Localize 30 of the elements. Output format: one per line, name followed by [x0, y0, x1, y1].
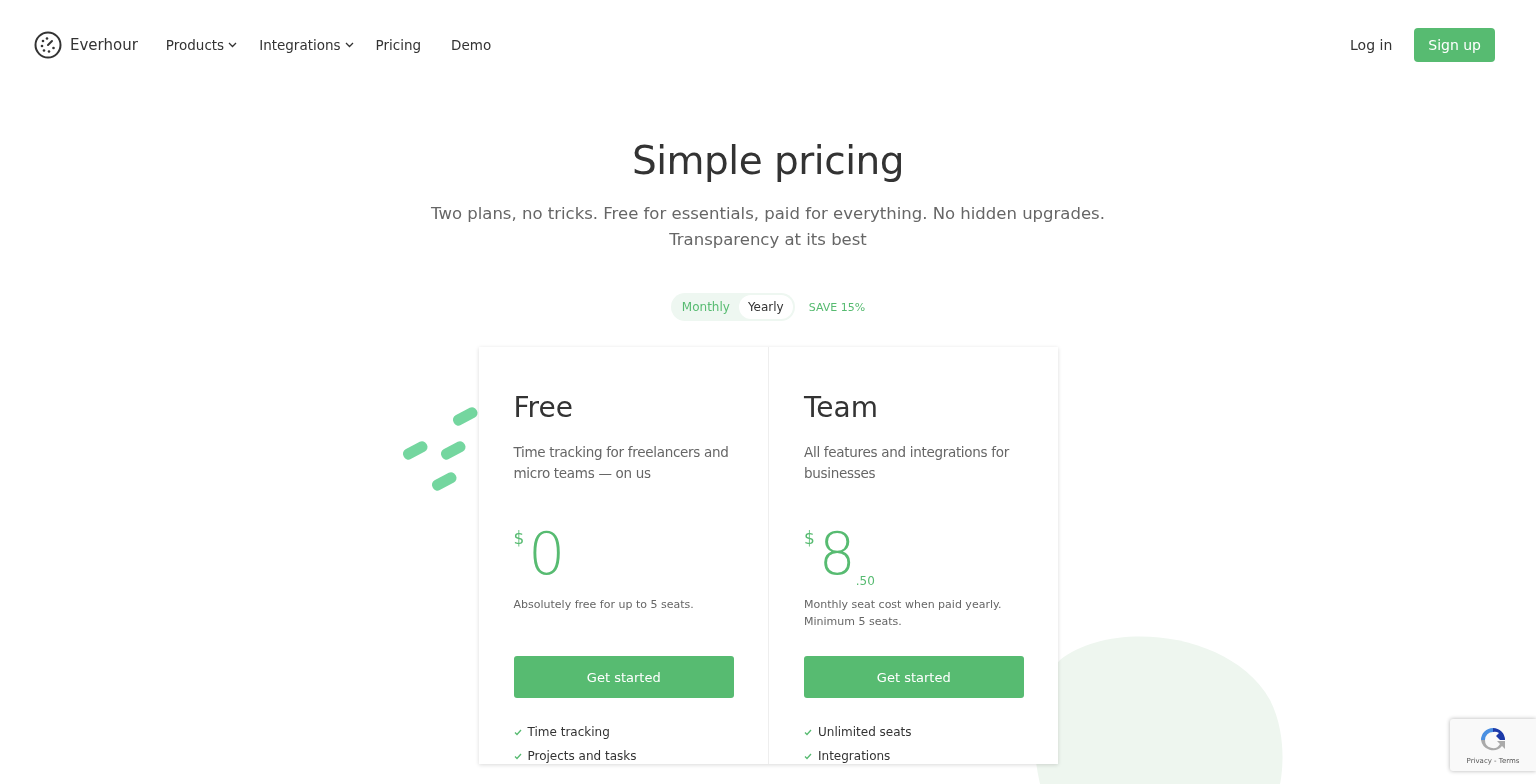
price-note: Monthly seat cost when paid yearly. Minimum 5 seats.: [804, 597, 1003, 630]
check-icon: [513, 752, 522, 760]
check-icon: [804, 728, 812, 736]
clock-logo-icon[interactable]: [34, 31, 62, 59]
feature-item: Integrations: [818, 748, 891, 764]
nav-link[interactable]: Integrations: [259, 37, 354, 53]
feature-item: Time tracking: [527, 724, 610, 740]
feature-item: Unlimited seats: [818, 724, 912, 740]
nav-link[interactable]: Products: [165, 37, 238, 53]
check-icon: [513, 728, 522, 736]
plan-description: All features and integrations for businesses: [804, 443, 1011, 483]
price-note: Absolutely free for up to 5 seats.: [513, 597, 695, 613]
feature-item: Projects and tasks: [527, 748, 637, 764]
check-icon: [804, 752, 812, 760]
brand-name[interactable]: Everhour: [70, 36, 138, 54]
plan-price: 0: [528, 519, 566, 590]
nav-link[interactable]: Pricing: [375, 37, 422, 53]
plan-name: Team: [804, 391, 879, 424]
price-cents: .50: [855, 574, 875, 588]
page-subtitle: Two plans, no tricks. Free for essentials, paid for everything. No hidden upgrades. Transparency at its best: [431, 203, 1105, 251]
currency-symbol: $: [513, 528, 525, 548]
plan-price: 8: [818, 519, 856, 590]
login-link[interactable]: Log in: [1350, 37, 1393, 53]
nav-link[interactable]: Demo: [451, 37, 492, 53]
discount-label: SAVE 15%: [808, 300, 866, 314]
page-title: Simple pricing: [632, 138, 904, 183]
currency-symbol: $: [804, 528, 815, 548]
plan-name: Free: [513, 391, 574, 424]
plan-description: Time tracking for freelancers and micro teams — on us: [513, 443, 730, 483]
billing-option[interactable]: Yearly: [738, 295, 793, 319]
